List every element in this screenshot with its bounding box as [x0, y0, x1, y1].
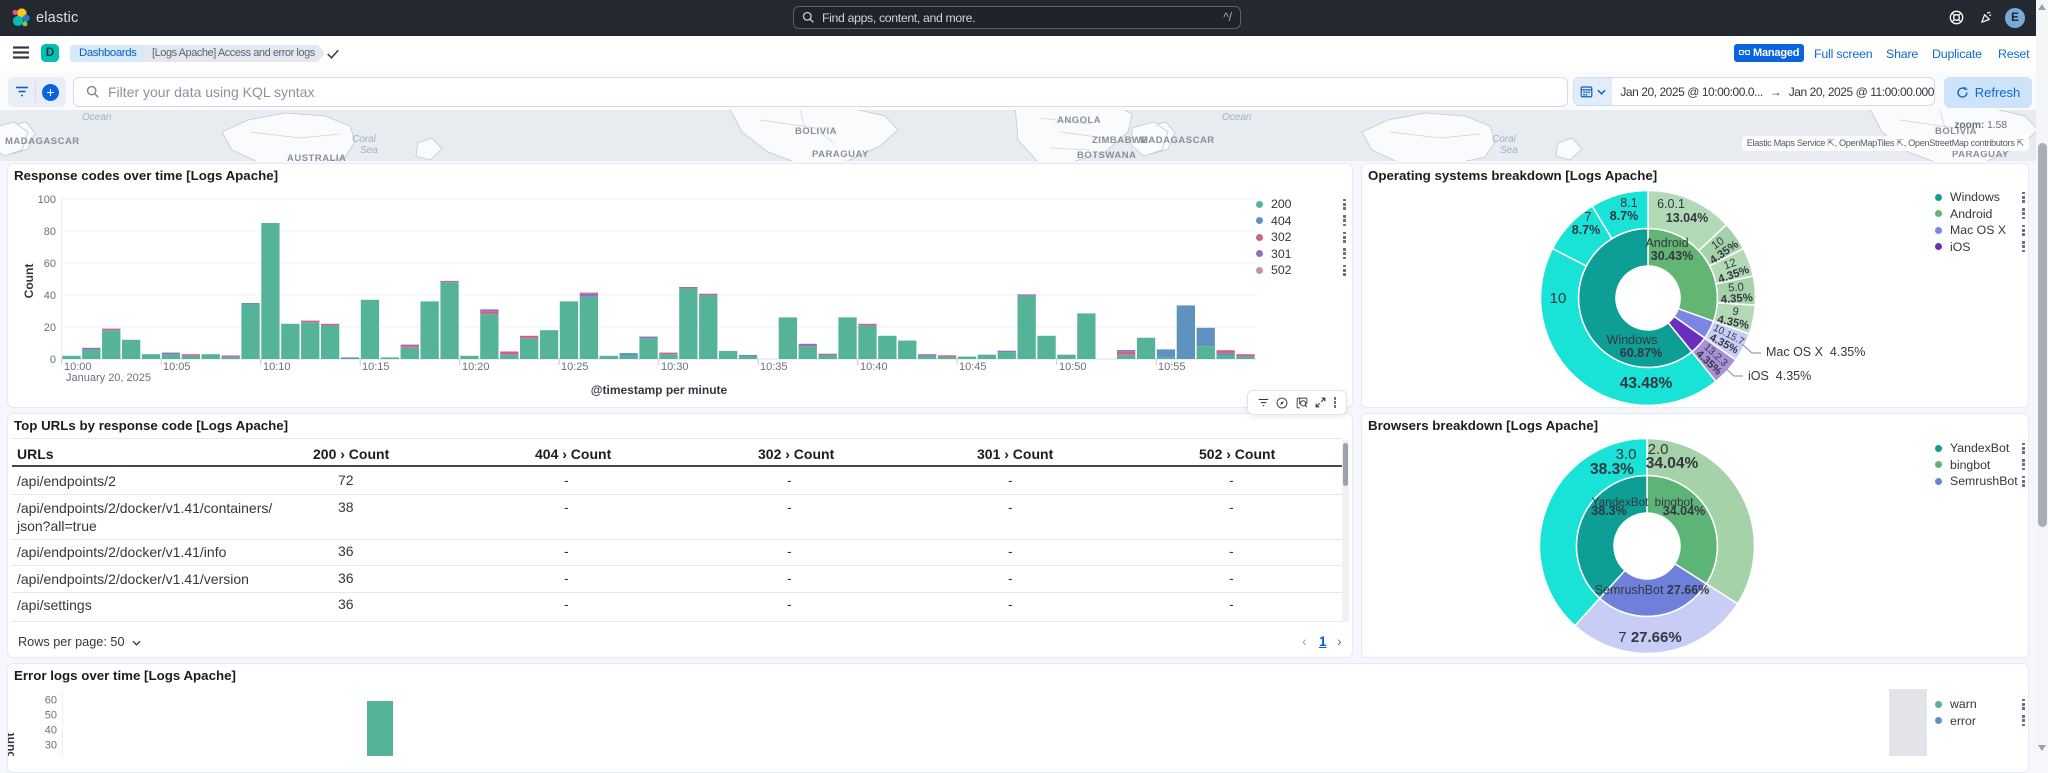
svg-text:PARAGUAY: PARAGUAY: [812, 149, 869, 160]
svg-text:AUSTRALIA: AUSTRALIA: [287, 153, 346, 161]
svg-text:Mac OS X 4.35%: Mac OS X 4.35%: [1766, 345, 1865, 359]
svg-text:Ocean: Ocean: [82, 112, 112, 123]
svg-text:Ocean: Ocean: [1222, 112, 1252, 123]
svg-text:iOS 4.35%: iOS 4.35%: [1748, 369, 1811, 383]
svg-text:8.7%: 8.7%: [1610, 209, 1639, 223]
svg-text:Windows: Windows: [1607, 333, 1658, 347]
svg-text:60: 60: [45, 695, 57, 707]
svg-text:30: 30: [45, 740, 57, 752]
svg-text:BOLIVIA: BOLIVIA: [795, 126, 837, 137]
svg-text:10:40: 10:40: [860, 361, 888, 373]
svg-text:0: 0: [50, 354, 56, 366]
svg-text:10:50: 10:50: [1059, 361, 1087, 373]
svg-text:MADAGASCAR: MADAGASCAR: [1140, 135, 1215, 146]
svg-text:BOTSWANA: BOTSWANA: [1077, 150, 1136, 161]
svg-text:Count: Count: [22, 264, 36, 299]
svg-text:60.87%: 60.87%: [1620, 346, 1662, 360]
svg-text:10:05: 10:05: [163, 361, 191, 373]
svg-text:30.43%: 30.43%: [1651, 249, 1693, 263]
svg-text:38.3%: 38.3%: [1590, 461, 1634, 478]
svg-text:January 20, 2025: January 20, 2025: [66, 372, 151, 384]
svg-text:MADAGASCAR: MADAGASCAR: [5, 136, 80, 147]
svg-text:Coral: Coral: [352, 134, 377, 145]
svg-text:8.7%: 8.7%: [1572, 223, 1601, 237]
svg-text:7 27.66%: 7 27.66%: [1618, 629, 1681, 646]
svg-text:Android: Android: [1645, 236, 1688, 250]
svg-text:Count: Count: [8, 733, 17, 756]
svg-text:SemrushBot 27.66%: SemrushBot 27.66%: [1595, 583, 1710, 597]
svg-text:10: 10: [1550, 290, 1567, 307]
svg-text:10:55: 10:55: [1158, 361, 1186, 373]
svg-text:Sea: Sea: [1500, 145, 1518, 156]
svg-text:38.3%: 38.3%: [1591, 504, 1626, 518]
svg-text:60: 60: [44, 258, 56, 270]
svg-text:Sea: Sea: [360, 145, 378, 156]
svg-text:10:25: 10:25: [561, 361, 589, 373]
svg-text:43.48%: 43.48%: [1620, 375, 1673, 392]
svg-text:ANGOLA: ANGOLA: [1057, 115, 1101, 126]
svg-text:50: 50: [45, 710, 57, 722]
svg-text:10:10: 10:10: [263, 361, 291, 373]
svg-text:34.04%: 34.04%: [1663, 504, 1705, 518]
svg-text:7: 7: [1585, 210, 1592, 224]
svg-text:10:15: 10:15: [362, 361, 390, 373]
svg-text:10:20: 10:20: [462, 361, 490, 373]
svg-text:10:45: 10:45: [959, 361, 987, 373]
svg-text:100: 100: [38, 194, 56, 206]
svg-text:40: 40: [45, 725, 57, 737]
svg-text:80: 80: [44, 226, 56, 238]
svg-text:40: 40: [44, 290, 56, 302]
svg-text:10:30: 10:30: [661, 361, 689, 373]
svg-text:20: 20: [44, 322, 56, 334]
svg-text:@timestamp per minute: @timestamp per minute: [591, 383, 728, 397]
svg-text:10:35: 10:35: [760, 361, 788, 373]
svg-text:6.0.1: 6.0.1: [1657, 197, 1685, 211]
svg-text:13.04%: 13.04%: [1666, 211, 1708, 225]
svg-text:34.04%: 34.04%: [1646, 455, 1699, 472]
svg-text:4.35%: 4.35%: [1720, 292, 1753, 306]
svg-text:Coral: Coral: [1492, 134, 1517, 145]
svg-text:8.1: 8.1: [1620, 196, 1637, 210]
